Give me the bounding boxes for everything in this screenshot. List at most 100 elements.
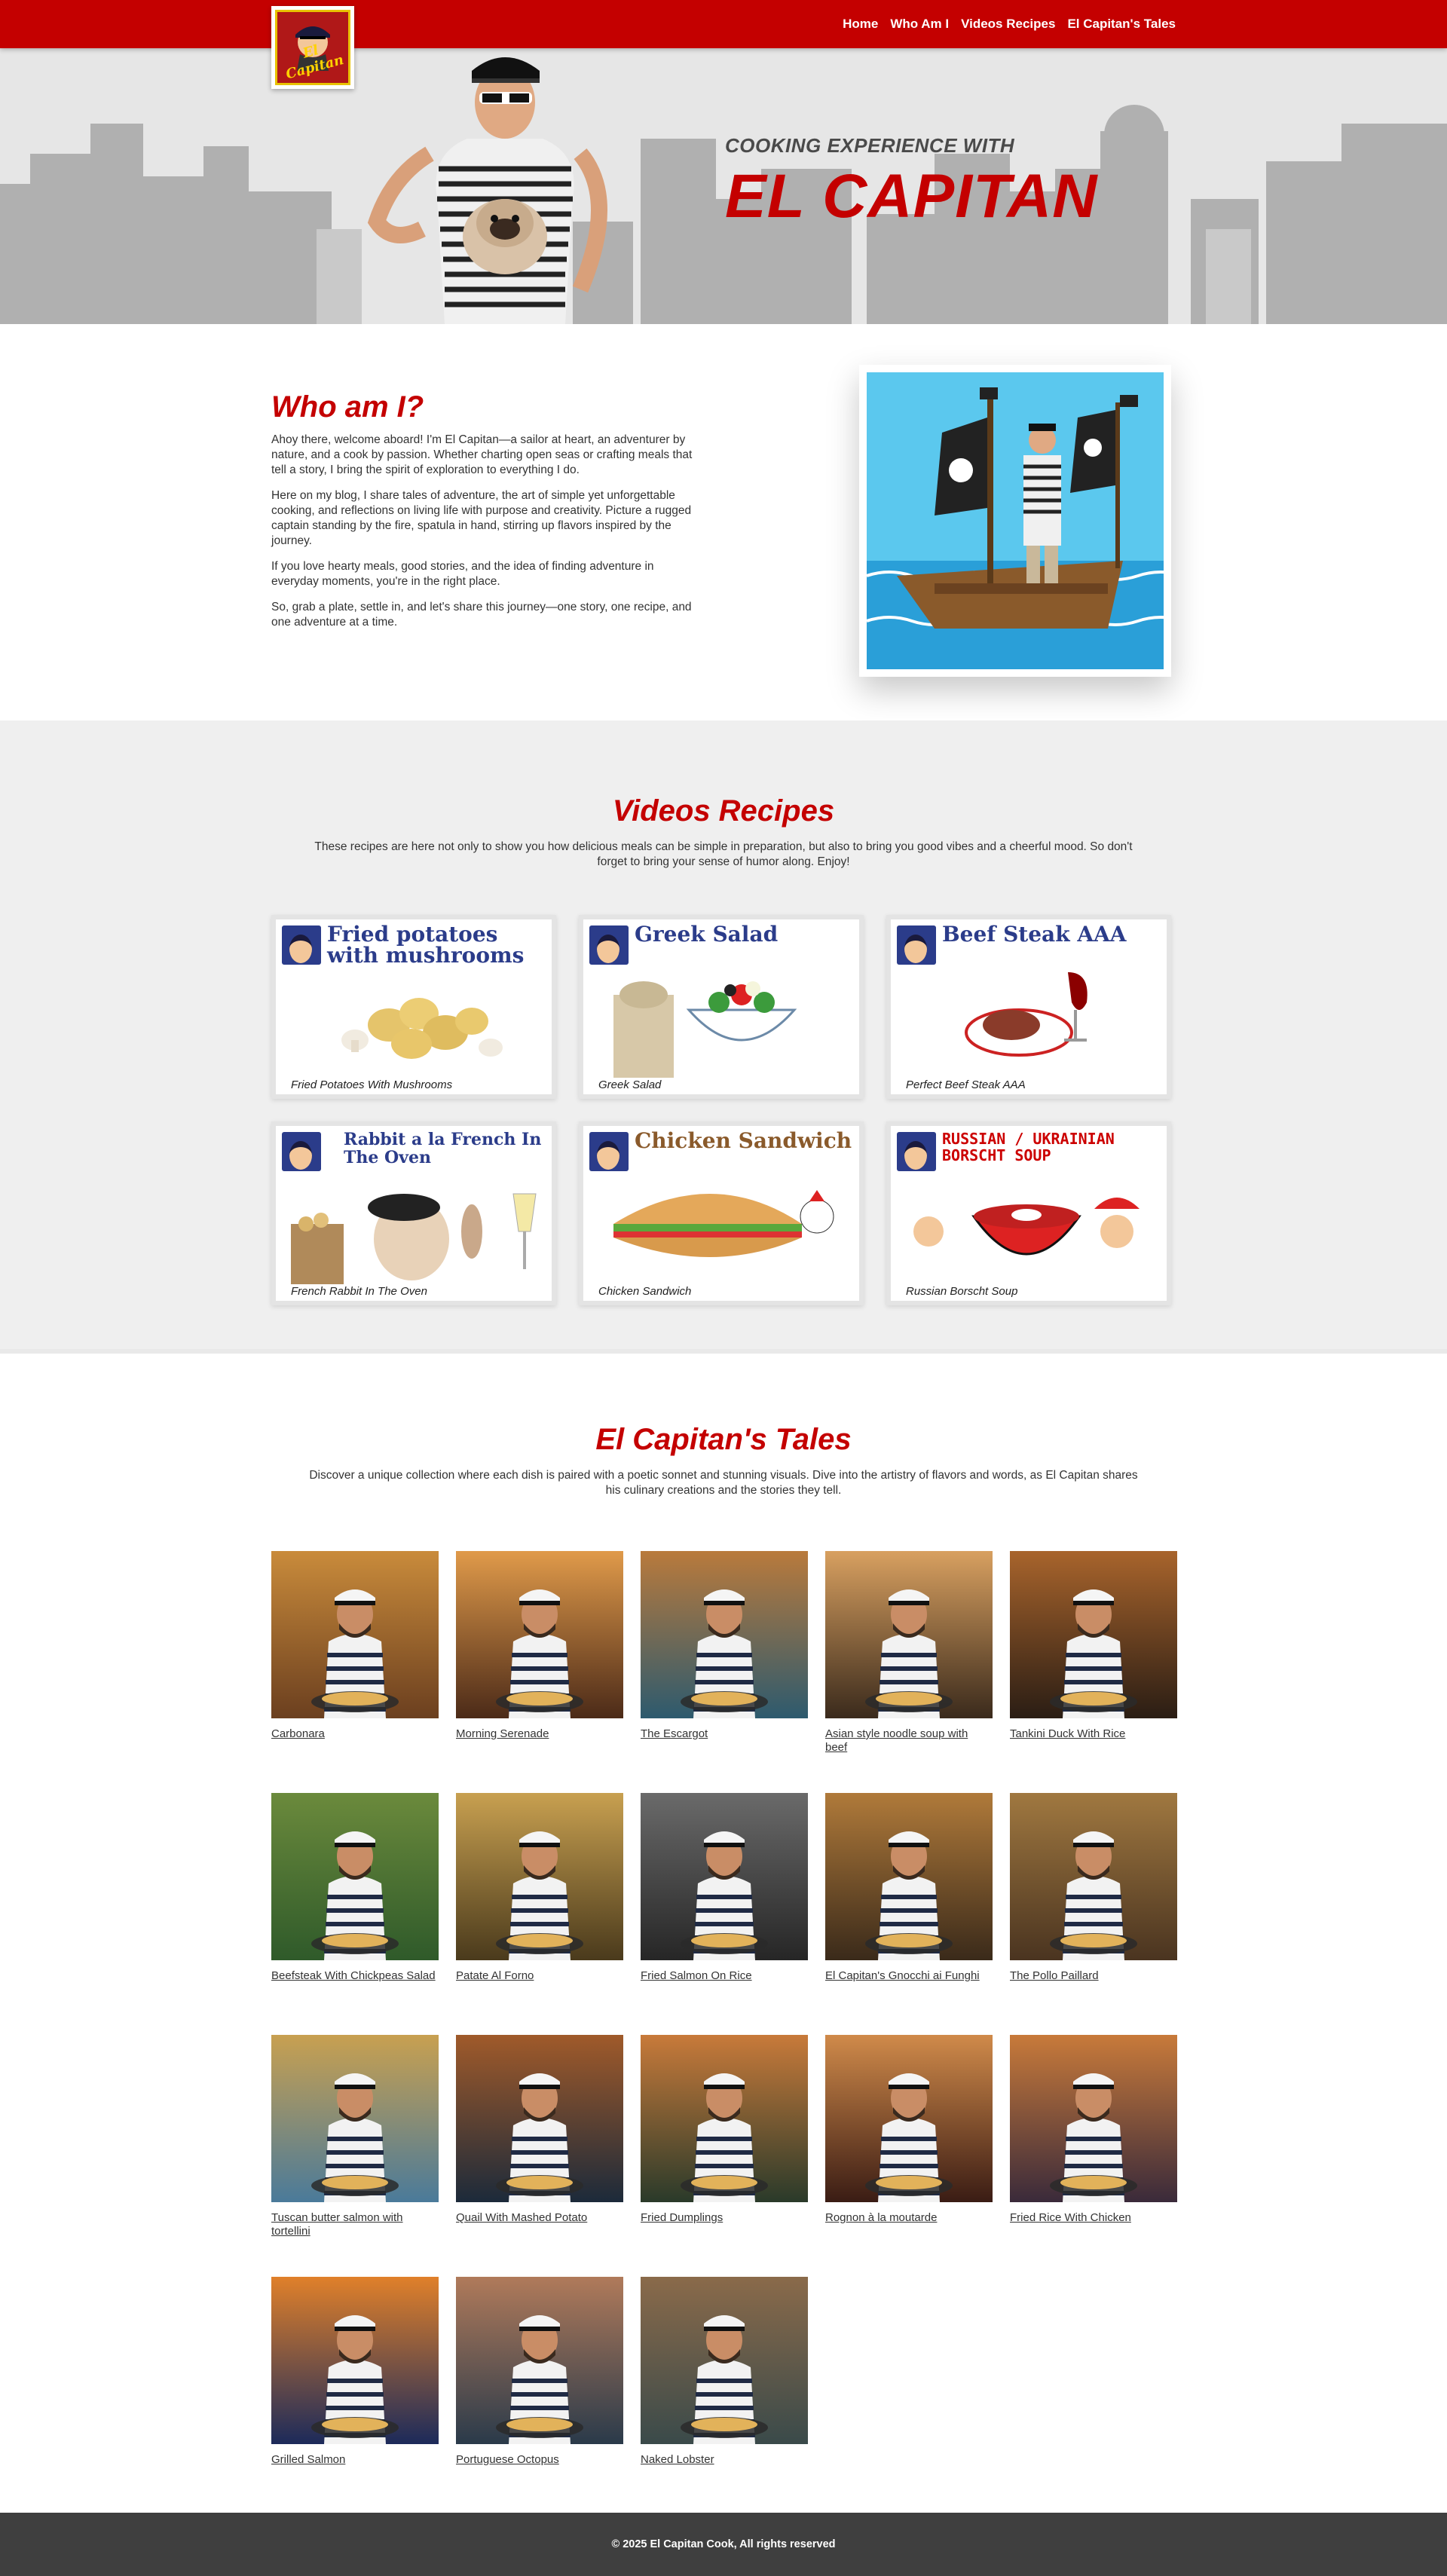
who-am-i-section: Who am I? Ahoy there, welcome aboard! I'… <box>0 324 1447 720</box>
video-card-label: Greek Salad <box>598 1078 662 1091</box>
el-capitan-badge-icon <box>282 925 321 965</box>
hero-captain-photo <box>367 57 607 324</box>
video-card[interactable]: Beef Steak AAA Perfect Beef Steak AAA <box>886 915 1171 1099</box>
el-capitan-badge-icon <box>589 925 629 965</box>
tale-image[interactable] <box>641 2277 808 2444</box>
tale-card[interactable]: Naked Lobster <box>641 2277 808 2467</box>
tale-image[interactable] <box>641 1793 808 1960</box>
el-capitan-badge-icon <box>897 925 936 965</box>
tale-title-link[interactable]: Tuscan butter salmon with tortellini <box>271 2211 439 2238</box>
who-paragraph: Here on my blog, I share tales of advent… <box>271 489 692 547</box>
tale-title-link[interactable]: Fried Rice With Chicken <box>1010 2211 1177 2225</box>
tale-title-link[interactable]: Quail With Mashed Potato <box>456 2211 623 2225</box>
video-thumb-title: Fried potatoes with mushrooms <box>327 922 525 968</box>
city-skyline-graphic <box>0 105 1447 324</box>
tale-card[interactable]: Asian style noodle soup with beef <box>825 1551 993 1755</box>
tale-card[interactable]: Fried Dumplings <box>641 2035 808 2225</box>
who-text: Ahoy there, welcome aboard! I'm El Capit… <box>271 433 701 641</box>
tale-title-link[interactable]: El Capitan's Gnocchi ai Funghi <box>825 1969 993 1983</box>
tale-title-link[interactable]: The Escargot <box>641 1727 808 1741</box>
hero-title: EL CAPITAN <box>725 162 1098 231</box>
video-card[interactable]: Rabbit a la French In The Oven French Ra… <box>271 1121 556 1305</box>
tale-image[interactable] <box>271 1551 439 1718</box>
nav-link-who-am-i[interactable]: Who Am I <box>890 17 949 32</box>
nav-link-videos-recipes[interactable]: Videos Recipes <box>961 17 1055 32</box>
tale-card[interactable]: Rognon à la moutarde <box>825 2035 993 2225</box>
videos-description: These recipes are here not only to show … <box>314 840 1133 868</box>
pirate-ship-illustration <box>866 372 1184 669</box>
tale-card[interactable]: Quail With Mashed Potato <box>456 2035 623 2225</box>
hero-banner: COOKING EXPERIENCE WITH EL CAPITAN <box>0 48 1447 324</box>
pirate-ship-image <box>859 365 1184 677</box>
tale-image[interactable] <box>825 1793 993 1960</box>
tale-image[interactable] <box>641 2035 808 2202</box>
video-card-label: Fried Potatoes With Mushrooms <box>291 1078 453 1091</box>
who-paragraph: So, grab a plate, settle in, and let's s… <box>271 601 692 629</box>
tale-card[interactable]: Tuscan butter salmon with tortellini <box>271 2035 439 2238</box>
tale-image[interactable] <box>456 1793 623 1960</box>
video-card-label: French Rabbit In The Oven <box>291 1285 427 1298</box>
video-thumb-title: Chicken Sandwich <box>635 1128 852 1153</box>
nav-link-home[interactable]: Home <box>843 17 878 32</box>
footer-copyright: © 2025 El Capitan Cook, All rights reser… <box>611 2538 836 2550</box>
video-thumb-title: RUSSIAN / UKRAINIAN BORSCHT SOUP <box>942 1130 1115 1164</box>
tale-title-link[interactable]: Fried Salmon On Rice <box>641 1969 808 1983</box>
tale-card[interactable]: El Capitan's Gnocchi ai Funghi <box>825 1793 993 1983</box>
tale-title-link[interactable]: Portuguese Octopus <box>456 2453 623 2467</box>
tale-title-link[interactable]: Rognon à la moutarde <box>825 2211 993 2225</box>
nav-link-tales[interactable]: El Capitan's Tales <box>1067 17 1176 32</box>
tale-image[interactable] <box>456 2277 623 2444</box>
tale-title-link[interactable]: Morning Serenade <box>456 1727 623 1741</box>
tale-title-link[interactable]: Naked Lobster <box>641 2453 808 2467</box>
videos-recipes-section: Videos Recipes These recipes are here no… <box>0 720 1447 1349</box>
who-title: Who am I? <box>271 390 424 424</box>
site-logo[interactable]: El Capitan <box>271 6 354 89</box>
video-card[interactable]: Chicken Sandwich Chicken Sandwich <box>579 1121 864 1305</box>
tale-image[interactable] <box>825 1551 993 1718</box>
logo-emblem: El Capitan <box>275 10 350 85</box>
tale-card[interactable]: The Pollo Paillard <box>1010 1793 1177 1983</box>
tale-card[interactable]: Tankini Duck With Rice <box>1010 1551 1177 1741</box>
tale-image[interactable] <box>271 2035 439 2202</box>
tale-card[interactable]: Beefsteak With Chickpeas Salad <box>271 1793 439 1983</box>
tale-title-link[interactable]: Tankini Duck With Rice <box>1010 1727 1177 1741</box>
video-thumb-title: Greek Salad <box>635 922 779 947</box>
tale-card[interactable]: Fried Rice With Chicken <box>1010 2035 1177 2225</box>
tale-image[interactable] <box>1010 2035 1177 2202</box>
el-capitan-badge-icon <box>282 1132 321 1171</box>
video-thumb-title: Beef Steak AAA <box>942 922 1127 947</box>
tale-image[interactable] <box>456 2035 623 2202</box>
video-card[interactable]: RUSSIAN / UKRAINIAN BORSCHT SOUP Russian… <box>886 1121 1171 1305</box>
tale-image[interactable] <box>271 2277 439 2444</box>
tale-card[interactable]: Grilled Salmon <box>271 2277 439 2467</box>
tale-image[interactable] <box>456 1551 623 1718</box>
tale-image[interactable] <box>1010 1551 1177 1718</box>
top-navbar: Home Who Am I Videos Recipes El Capitan'… <box>0 0 1447 48</box>
tale-card[interactable]: Morning Serenade <box>456 1551 623 1741</box>
who-paragraph: If you love hearty meals, good stories, … <box>271 560 654 588</box>
video-card[interactable]: Fried potatoes with mushrooms Fried Pota… <box>271 915 556 1099</box>
tale-card[interactable]: Carbonara <box>271 1551 439 1741</box>
tale-title-link[interactable]: Patate Al Forno <box>456 1969 623 1983</box>
tale-title-link[interactable]: Asian style noodle soup with beef <box>825 1727 993 1755</box>
nav-links: Home Who Am I Videos Recipes El Capitan'… <box>843 0 1176 48</box>
tales-description: Discover a unique collection where each … <box>309 1469 1138 1497</box>
tale-title-link[interactable]: Fried Dumplings <box>641 2211 808 2225</box>
tale-image[interactable] <box>271 1793 439 1960</box>
tale-image[interactable] <box>641 1551 808 1718</box>
tale-title-link[interactable]: Carbonara <box>271 1727 439 1741</box>
tale-card[interactable]: Fried Salmon On Rice <box>641 1793 808 1983</box>
video-card-label: Russian Borscht Soup <box>906 1285 1018 1298</box>
tale-card[interactable]: Patate Al Forno <box>456 1793 623 1983</box>
tale-image[interactable] <box>1010 1793 1177 1960</box>
tale-card[interactable]: The Escargot <box>641 1551 808 1741</box>
tales-section: El Capitan's Tales Discover a unique col… <box>0 1349 1447 2513</box>
tale-card[interactable]: Portuguese Octopus <box>456 2277 623 2467</box>
hero-subtitle: COOKING EXPERIENCE WITH <box>725 134 1015 157</box>
tale-title-link[interactable]: Beefsteak With Chickpeas Salad <box>271 1969 439 1983</box>
tale-title-link[interactable]: The Pollo Paillard <box>1010 1969 1177 1983</box>
video-card[interactable]: Greek Salad Greek Salad <box>579 915 864 1099</box>
tales-title: El Capitan's Tales <box>595 1423 852 1456</box>
tale-title-link[interactable]: Grilled Salmon <box>271 2453 439 2467</box>
tale-image[interactable] <box>825 2035 993 2202</box>
